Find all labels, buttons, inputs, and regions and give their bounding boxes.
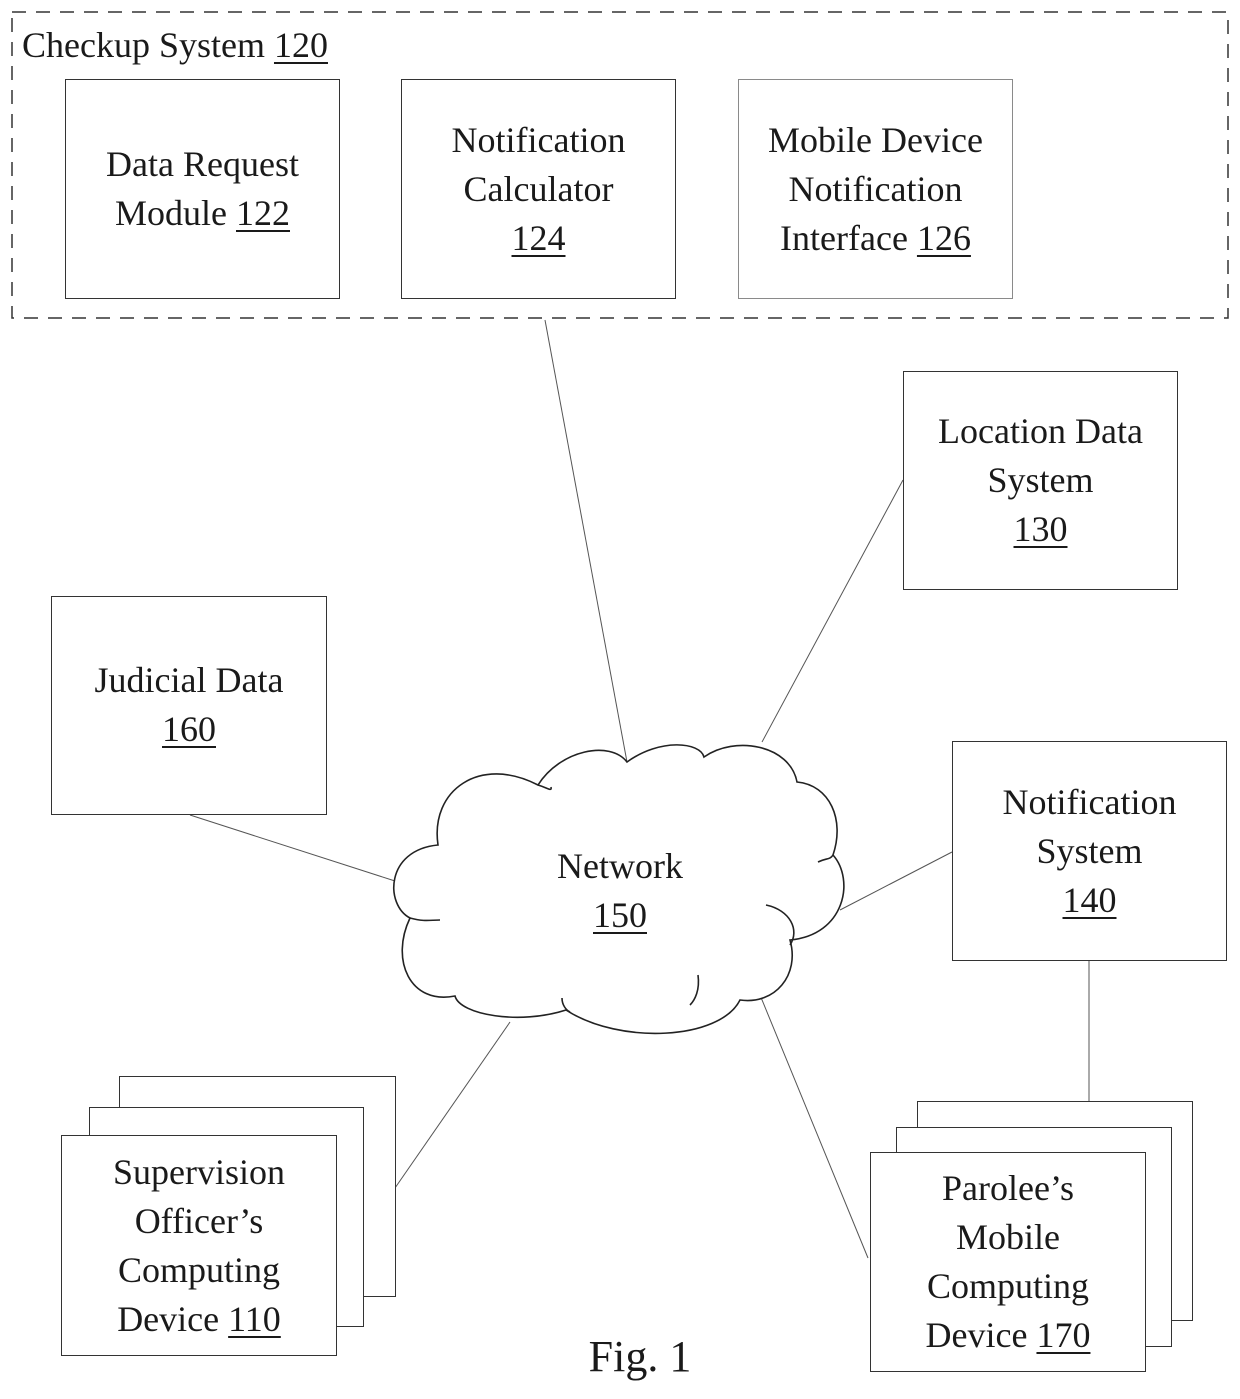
- network-ref: 150: [593, 895, 647, 935]
- mobile-device-notification-interface-box: Mobile Device Notification Interface 126: [738, 79, 1013, 299]
- box-text-line: Computing: [117, 1249, 281, 1290]
- supervision-device-box: Supervision Officer’s Computing Device 1…: [61, 1135, 337, 1356]
- box-ref: 160: [162, 709, 216, 749]
- box-ref: 126: [916, 217, 971, 258]
- box-ref: 140: [1062, 879, 1117, 920]
- checkup-system-label: Checkup System 120: [22, 24, 328, 66]
- notification-system-box: Notification System 140: [952, 741, 1227, 961]
- checkup-system-title: Checkup System: [22, 25, 265, 65]
- network-title: Network: [557, 846, 683, 886]
- box-text: Device: [117, 1298, 220, 1339]
- data-request-module-box: Data Request Module 122: [65, 79, 340, 299]
- connector-location-network: [761, 479, 904, 743]
- box-ref: 170: [1036, 1315, 1091, 1355]
- box-text-line: Notification: [1002, 781, 1177, 822]
- box-text-line: Calculator: [463, 168, 614, 209]
- box-text-line: Mobile: [956, 1217, 1060, 1257]
- box-text-line: Device 110: [117, 1295, 281, 1344]
- location-data-system-box: Location Data System 130: [903, 371, 1178, 590]
- box-ref: 122: [236, 193, 290, 233]
- box-text-line: Judicial Data: [94, 660, 284, 700]
- box-text-line: Module 122: [115, 189, 290, 238]
- connector-judicial-network: [189, 814, 396, 882]
- box-ref: 110: [228, 1298, 281, 1339]
- figure-caption: Fig. 1: [588, 1332, 692, 1381]
- box-text-line: Device 170: [926, 1311, 1091, 1360]
- box-text-line: Supervision: [112, 1151, 285, 1192]
- box-text-line: Location Data: [938, 411, 1143, 451]
- box-text-line: Mobile Device: [768, 119, 983, 160]
- box-text: Interface: [780, 217, 908, 258]
- parolee-device-box: Parolee’s Mobile Computing Device 170: [870, 1152, 1146, 1372]
- box-text-line: System: [987, 460, 1094, 500]
- box-text-line: Interface 126: [780, 214, 971, 263]
- box-text-line: Data Request: [106, 144, 299, 184]
- box-text-line: Notification: [788, 168, 963, 209]
- box-text-line: System: [1036, 830, 1143, 871]
- box-text-line: Officer’s: [134, 1200, 264, 1241]
- network-label: Network 150: [520, 842, 720, 940]
- box-ref: 124: [511, 217, 566, 258]
- box-text-line: Parolee’s: [942, 1168, 1074, 1208]
- connector-supervision-network: [394, 1021, 511, 1189]
- connector-parolee-network: [759, 994, 869, 1259]
- judicial-data-box: Judicial Data 160: [51, 596, 327, 815]
- box-text-line: Computing: [926, 1266, 1090, 1306]
- box-text-line: Notification: [451, 119, 626, 160]
- box-text: Module: [115, 193, 227, 233]
- checkup-system-ref: 120: [273, 25, 328, 65]
- box-text: Device: [925, 1315, 1028, 1355]
- notification-calculator-box: Notification Calculator 124: [401, 79, 676, 299]
- connector-checkup-network: [544, 319, 628, 763]
- connector-notification-network: [839, 851, 953, 911]
- box-ref: 130: [1013, 509, 1068, 549]
